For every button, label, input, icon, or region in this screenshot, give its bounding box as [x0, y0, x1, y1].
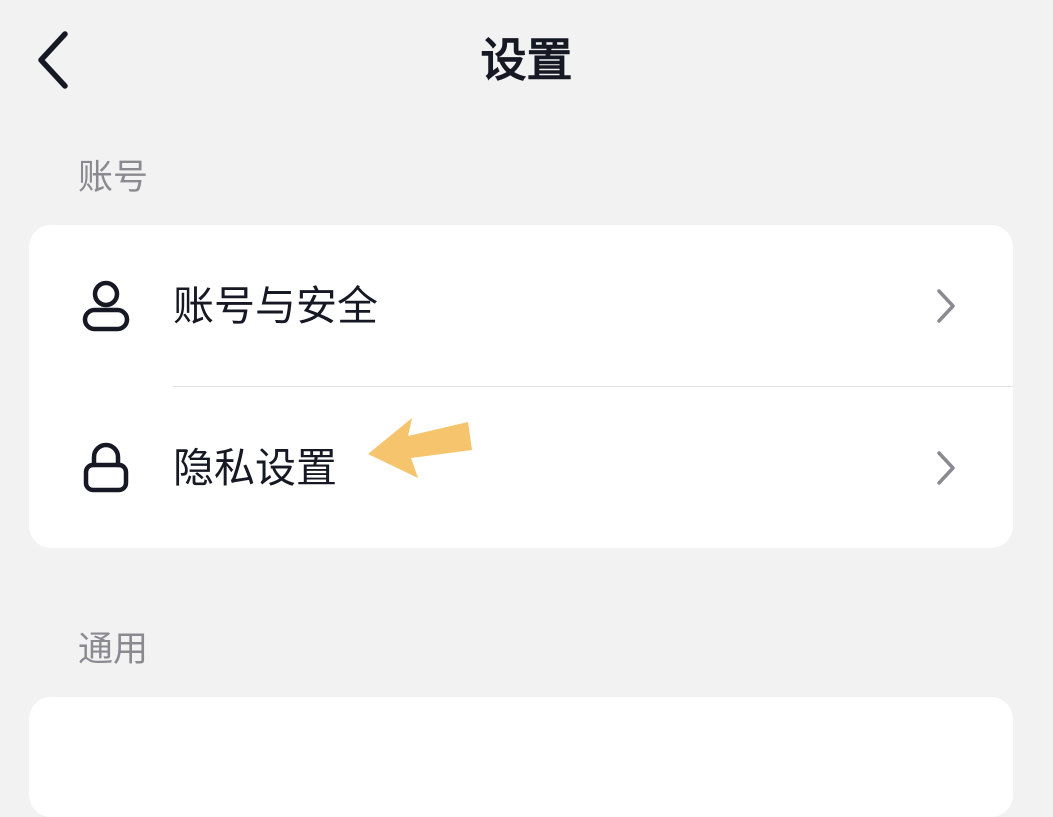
nav-bar: 设置: [0, 0, 1053, 124]
privacy-settings-label: 隐私设置: [173, 443, 337, 492]
lock-icon: [79, 441, 133, 495]
account-security-label: 账号与安全: [173, 281, 378, 330]
chevron-right-icon: [931, 448, 961, 488]
privacy-settings-row[interactable]: 隐私设置: [29, 387, 1013, 548]
user-icon: [79, 279, 133, 333]
general-settings-card: [29, 697, 1013, 817]
section-title-general: 通用: [78, 630, 149, 670]
section-title-account: 账号: [78, 158, 149, 198]
annotation-arrow-icon: [368, 418, 472, 478]
account-security-row[interactable]: 账号与安全: [29, 225, 1013, 387]
account-settings-card: 账号与安全 隐私设置: [29, 225, 1013, 548]
page-title: 设置: [480, 33, 573, 87]
chevron-right-icon: [931, 286, 961, 326]
